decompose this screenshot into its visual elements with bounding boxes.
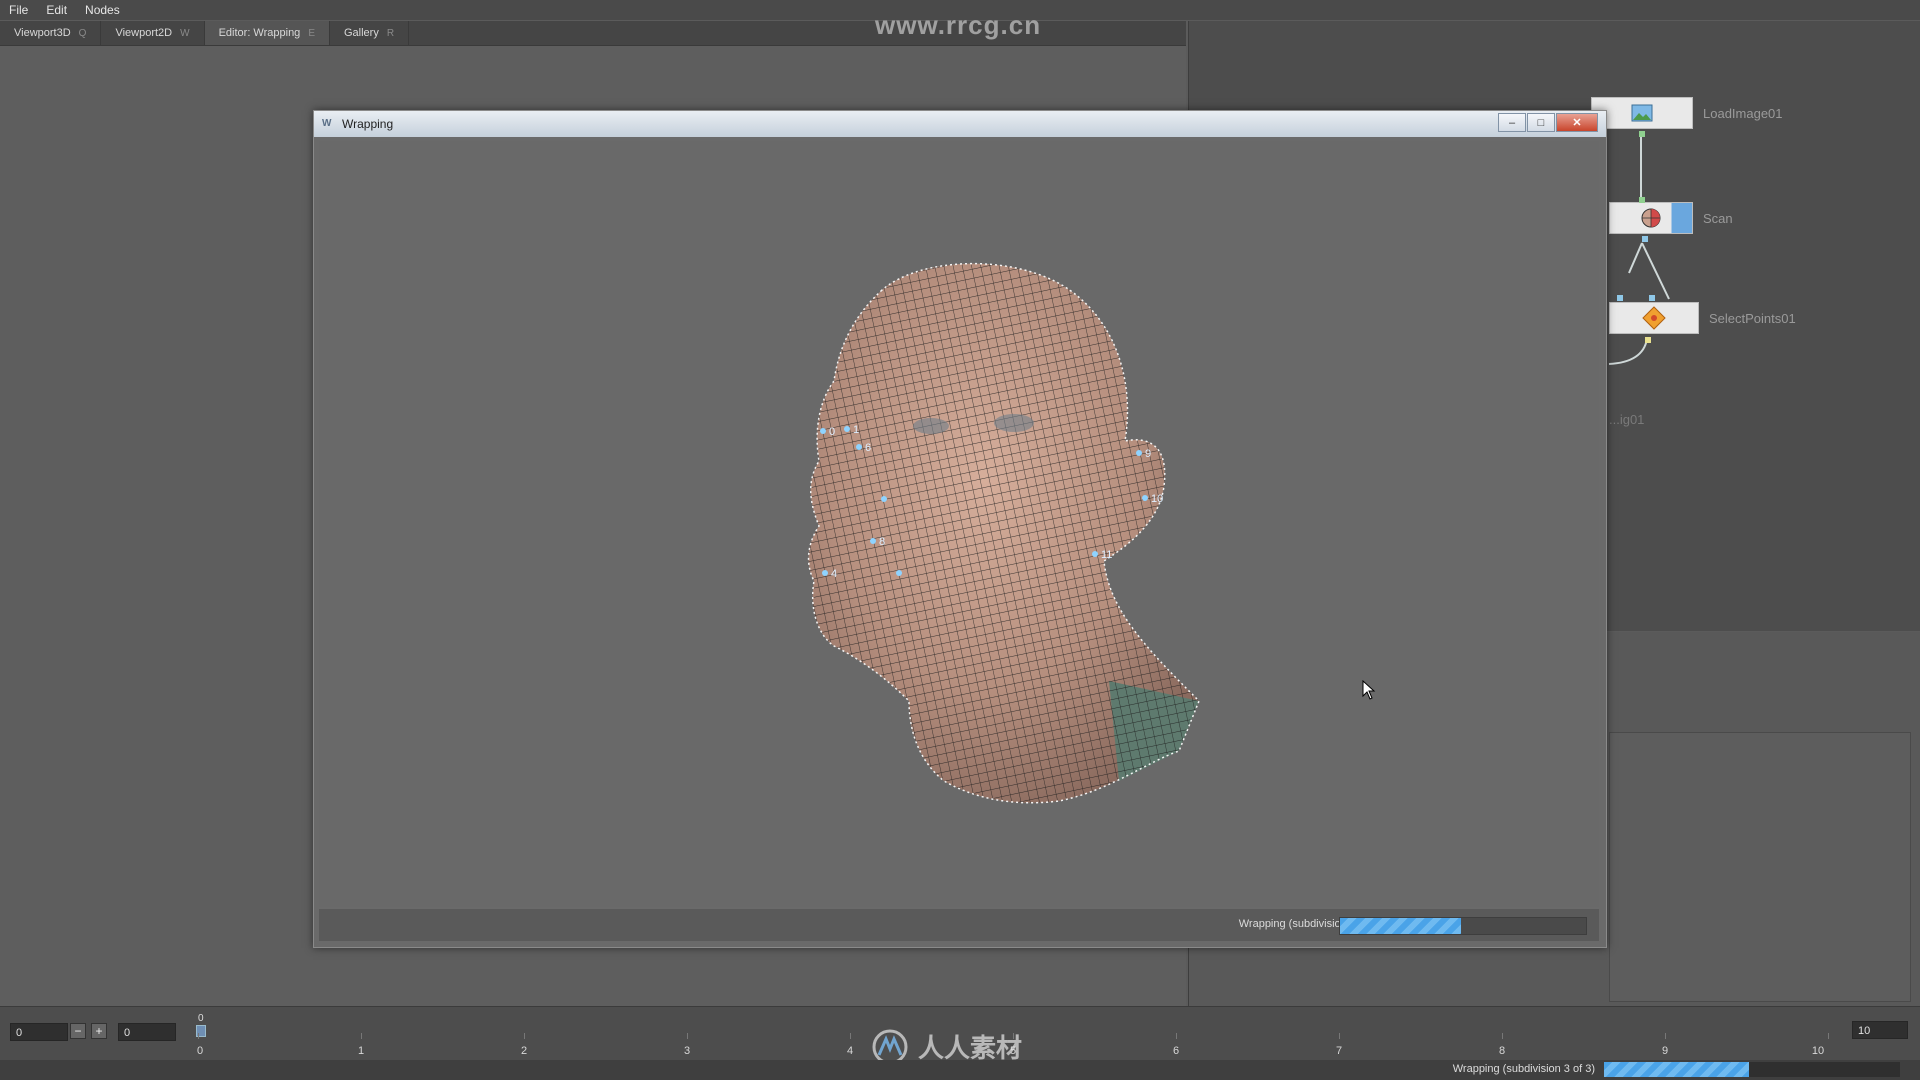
- timeline-current-field[interactable]: 0: [118, 1023, 176, 1041]
- mouse-cursor-icon: [1362, 680, 1376, 700]
- app-logo-icon: W: [322, 118, 332, 129]
- menu-nodes[interactable]: Nodes: [76, 0, 129, 20]
- node-label: SelectPoints01: [1709, 310, 1796, 326]
- scan-mesh-icon: [1641, 208, 1661, 228]
- dialog-progress-fill: [1340, 918, 1461, 934]
- ruler-label: 6: [1172, 1045, 1180, 1057]
- timeline-end-field[interactable]: 10: [1852, 1021, 1908, 1039]
- tab-label: Viewport3D: [14, 27, 71, 39]
- node-label: Scan: [1703, 210, 1733, 226]
- timeline-start-field[interactable]: 0: [10, 1023, 68, 1041]
- node-output-port[interactable]: [1645, 337, 1651, 343]
- ruler-tick: [1176, 1033, 1177, 1039]
- tab-shortcut: W: [180, 27, 190, 39]
- tab-shortcut: R: [386, 27, 395, 39]
- tab-viewport3d[interactable]: Viewport3D Q: [0, 21, 102, 45]
- app-status-text: Wrapping (subdivision 3 of 3): [1452, 1063, 1595, 1075]
- ruler-label: 0: [196, 1045, 204, 1057]
- tab-editor-wrapping[interactable]: Editor: Wrapping E: [204, 21, 330, 45]
- properties-subpanel: [1609, 732, 1911, 1002]
- node-loadimage01[interactable]: LoadImage01: [1591, 97, 1783, 137]
- tab-gallery[interactable]: Gallery R: [330, 21, 410, 45]
- ruler-tick: [524, 1033, 525, 1039]
- menu-file[interactable]: File: [0, 0, 37, 20]
- dialog-statusbar: Wrapping (subdivision 3 of 3): [319, 909, 1599, 941]
- decrement-button[interactable]: −: [70, 1023, 86, 1039]
- node-box: [1609, 202, 1693, 234]
- dialog-title: Wrapping: [342, 117, 394, 131]
- node-box: [1609, 302, 1699, 334]
- node-input-port[interactable]: [1617, 295, 1623, 301]
- ruler-tick: [198, 1033, 199, 1039]
- close-icon[interactable]: ✕: [1556, 113, 1598, 132]
- minimize-icon[interactable]: –: [1498, 113, 1526, 132]
- node-input-port[interactable]: [1649, 295, 1655, 301]
- tab-label: Gallery: [343, 27, 379, 39]
- landmark-label-6: 6: [865, 442, 871, 454]
- node-output-port[interactable]: [1639, 131, 1645, 137]
- landmark-label-10: 10: [1151, 493, 1163, 505]
- dialog-progress-bar: [1339, 917, 1587, 935]
- ruler-label: 2: [520, 1045, 528, 1057]
- tab-shortcut: E: [308, 27, 315, 39]
- 3d-viewport[interactable]: 0 1 6 8 4 9 10 11: [319, 141, 1599, 907]
- ruler-label: 8: [1498, 1045, 1506, 1057]
- increment-button[interactable]: +: [91, 1023, 107, 1039]
- tab-label: Editor: Wrapping: [218, 27, 301, 39]
- ruler-label: 10: [1811, 1045, 1825, 1057]
- node-output-port[interactable]: [1642, 236, 1648, 242]
- select-points-icon: [1642, 306, 1666, 330]
- watermark-url: www.rrcg.cn: [875, 10, 1042, 40]
- node-scan[interactable]: Scan: [1609, 197, 1733, 242]
- app-progress-bar: [1604, 1062, 1900, 1077]
- app-status-bar: Wrapping (subdivision 3 of 3): [0, 1060, 1920, 1080]
- ruler-tick: [361, 1033, 362, 1039]
- node-selectpoints01[interactable]: SelectPoints01: [1609, 295, 1796, 343]
- app-progress-fill: [1604, 1062, 1750, 1077]
- menu-edit[interactable]: Edit: [37, 0, 76, 20]
- ruler-label: 3: [683, 1045, 691, 1057]
- ruler-label: 9: [1661, 1045, 1669, 1057]
- landmark-label-8: 8: [879, 536, 885, 548]
- dialog-titlebar[interactable]: W Wrapping – □ ✕: [314, 111, 1606, 137]
- ruler-tick: [687, 1033, 688, 1039]
- node-input-port[interactable]: [1639, 197, 1645, 203]
- ruler-tick: [1339, 1033, 1340, 1039]
- maximize-icon[interactable]: □: [1527, 113, 1555, 132]
- ruler-label: 1: [357, 1045, 365, 1057]
- image-icon: [1631, 104, 1653, 122]
- head-mesh-render: 0 1 6 8 4 9 10 11: [807, 262, 1200, 804]
- tab-shortcut: Q: [78, 27, 87, 39]
- ruler-tick: [1502, 1033, 1503, 1039]
- ruler-tick: [1665, 1033, 1666, 1039]
- tab-viewport2d[interactable]: Viewport2D W: [101, 21, 205, 45]
- wrapping-dialog: W Wrapping – □ ✕ 0 1 6 8 4 9 10 11 Wrapp…: [313, 110, 1607, 948]
- node-partial[interactable]: ...ig01: [1609, 404, 1644, 434]
- ruler-tick: [1828, 1033, 1829, 1039]
- landmark-label-0: 0: [829, 426, 835, 438]
- ruler-label: 7: [1335, 1045, 1343, 1057]
- landmark-label-4: 4: [831, 568, 837, 580]
- landmark-label-9: 9: [1145, 448, 1151, 460]
- node-label: LoadImage01: [1703, 105, 1783, 121]
- ruler-label: 4: [846, 1045, 854, 1057]
- window-controls: – □ ✕: [1497, 113, 1598, 132]
- landmark-label-1: 1: [853, 424, 859, 436]
- tab-label: Viewport2D: [115, 27, 173, 39]
- node-label: ...ig01: [1609, 411, 1645, 427]
- ruler-tick: [850, 1033, 851, 1039]
- landmark-label-11: 11: [1101, 549, 1112, 561]
- mesh-geometry: [807, 262, 1200, 804]
